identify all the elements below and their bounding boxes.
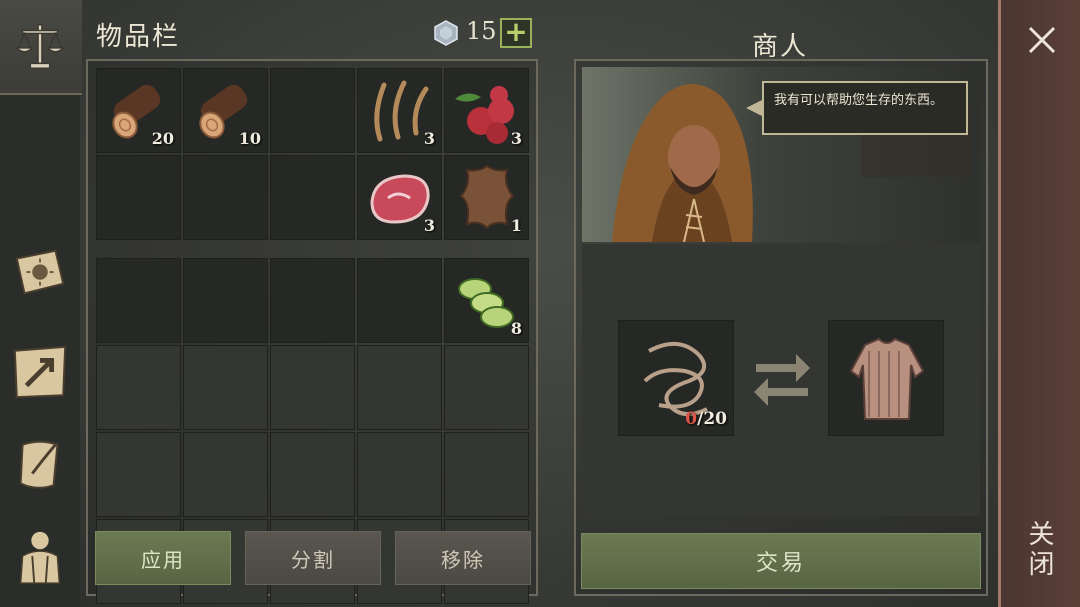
trade-scales-icon[interactable] (8, 14, 72, 78)
inventory-slot[interactable]: 20 (96, 68, 181, 153)
inventory-slot[interactable] (270, 258, 355, 343)
inventory-slot-locked (270, 432, 355, 517)
inventory-slot[interactable] (96, 258, 181, 343)
trade-have-count: 0 (685, 409, 698, 429)
inventory-slot-locked (444, 345, 529, 430)
inventory-slot[interactable] (270, 68, 355, 153)
remove-button[interactable]: 移除 (395, 531, 531, 585)
chainmail-shirt-icon (849, 337, 925, 420)
crafting-map-icon[interactable] (8, 340, 72, 404)
item-quantity: 20 (151, 129, 174, 148)
trade-button[interactable]: 交易 (581, 533, 981, 589)
close-strip[interactable] (998, 0, 1080, 607)
inventory-slot[interactable]: 3 (357, 155, 442, 240)
close-label[interactable]: 关闭 (1024, 520, 1058, 580)
inventory-slot[interactable]: 8 (444, 258, 529, 343)
swap-arrows-icon (754, 354, 810, 406)
split-button[interactable]: 分割 (245, 531, 381, 585)
inventory-slot[interactable] (270, 155, 355, 240)
inventory-slot-locked (183, 432, 268, 517)
trade-give-slot[interactable]: 0/20 (618, 320, 734, 436)
character-icon[interactable] (8, 524, 72, 588)
inventory-slot-locked (96, 432, 181, 517)
trader-speech-bubble: 我有可以帮助您生存的东西。 (762, 81, 968, 135)
inventory-slot[interactable]: 3 (444, 68, 529, 153)
inventory-slot[interactable] (183, 155, 268, 240)
apply-button[interactable]: 应用 (95, 531, 231, 585)
trader-title: 商人 (752, 32, 809, 62)
inventory-slot[interactable] (183, 258, 268, 343)
gem-icon (434, 20, 458, 46)
quest-scroll-icon[interactable] (8, 432, 72, 496)
item-quantity: 3 (510, 129, 522, 148)
trade-need-count: /20 (697, 409, 727, 429)
add-currency-button[interactable]: + (500, 18, 532, 48)
inventory-slot-locked (96, 345, 181, 430)
close-icon[interactable] (1024, 22, 1060, 58)
item-quantity: 3 (423, 216, 435, 235)
inventory-slot[interactable]: 10 (183, 68, 268, 153)
inventory-slot-locked (357, 345, 442, 430)
item-quantity: 1 (510, 216, 522, 235)
currency-count: 15 (466, 17, 497, 45)
trade-get-slot[interactable] (828, 320, 944, 436)
inventory-grid-top: 20 10 3 3 3 1 (96, 68, 529, 240)
trade-give-quantity: 0/20 (685, 409, 727, 429)
item-quantity: 3 (423, 129, 435, 148)
inventory-slot[interactable] (96, 155, 181, 240)
sun-book-icon[interactable] (8, 242, 72, 306)
inventory-slot[interactable] (357, 258, 442, 343)
item-quantity: 10 (238, 129, 261, 148)
inventory-title: 物品栏 (96, 22, 181, 52)
inventory-slot-locked (183, 345, 268, 430)
inventory-slot-locked (270, 345, 355, 430)
inventory-slot-locked (444, 432, 529, 517)
inventory-slot-locked (357, 432, 442, 517)
inventory-slot[interactable]: 3 (357, 68, 442, 153)
inventory-slot[interactable]: 1 (444, 155, 529, 240)
item-quantity: 8 (510, 319, 522, 338)
speech-bubble-tail (746, 100, 762, 116)
